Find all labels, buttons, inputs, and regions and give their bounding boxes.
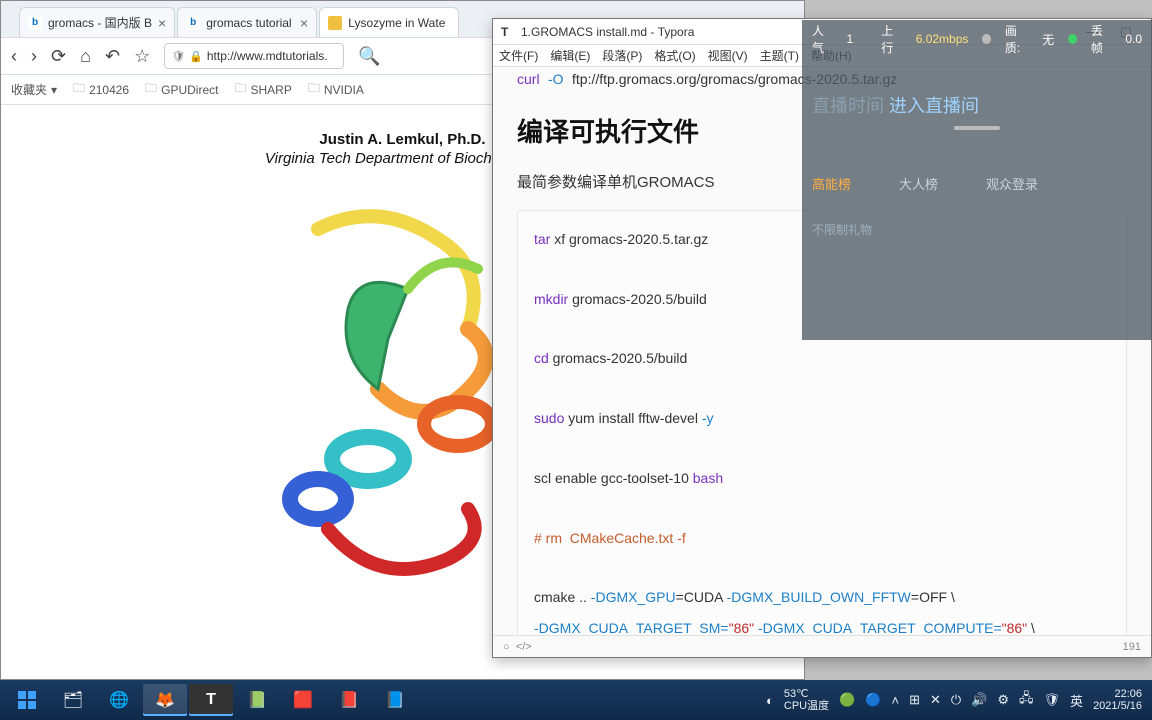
close-icon[interactable]: × <box>158 15 166 31</box>
app-icon[interactable]: 📘 <box>373 684 417 716</box>
menu-theme[interactable]: 主题(T) <box>760 47 799 64</box>
edge-icon[interactable]: 🌐 <box>97 684 141 716</box>
lock-icon: 🔒 <box>189 50 203 63</box>
upload-value: 6.02mbps <box>916 32 969 46</box>
app-icon[interactable]: 🟥 <box>281 684 325 716</box>
quality-dot-icon <box>982 34 991 44</box>
acrobat-icon[interactable]: 📕 <box>327 684 371 716</box>
search-icon[interactable]: 🔍 <box>358 46 380 67</box>
menu-paragraph[interactable]: 段落(P) <box>602 47 642 64</box>
volume-icon[interactable]: 🔊 <box>971 692 987 708</box>
bookmark-item[interactable]: 🗀GPUDirect <box>145 79 218 100</box>
enter-room-link[interactable]: 直播时间 进入直播间 <box>812 92 1142 118</box>
folder-icon: 🗀 <box>308 79 320 100</box>
cpu-temp[interactable]: 53℃ CPU温度 <box>784 688 829 712</box>
home-button[interactable]: ⌂ <box>80 46 91 67</box>
bookmarks-root[interactable]: 收藏夹 ▾ <box>11 81 57 98</box>
reload-button[interactable]: ⟳ <box>51 46 66 67</box>
explorer-icon[interactable]: 🗂 <box>51 684 95 716</box>
overlay-hint: 不限制礼物 <box>812 221 1142 238</box>
bookmark-item[interactable]: 🗀NVIDIA <box>308 79 364 100</box>
browser-tab-1[interactable]: b gromacs tutorial × <box>177 7 317 37</box>
bing-icon: b <box>186 16 200 30</box>
source-toggle-icon[interactable]: </> <box>516 641 532 653</box>
document-title: 1.GROMACS install.md <box>521 25 647 39</box>
undo-button[interactable]: ↶ <box>105 46 120 67</box>
page-icon <box>328 16 342 30</box>
bing-icon: b <box>28 16 42 30</box>
tray-icon[interactable]: 🛡 <box>1044 692 1061 708</box>
tray-icon[interactable]: 🔵 <box>865 692 881 708</box>
typora-task-icon[interactable]: T <box>189 684 233 716</box>
forward-button[interactable]: › <box>31 46 37 67</box>
tray-icon[interactable]: ✕ <box>930 692 941 708</box>
drop-value: 0.0 <box>1125 32 1142 46</box>
overlay-tab-0[interactable]: 高能榜 <box>812 174 851 193</box>
tray-icon[interactable]: ⚙ <box>997 692 1009 708</box>
url-text: http://www.mdtutorials. <box>207 49 328 63</box>
word-count[interactable]: 191 <box>1123 641 1141 653</box>
system-tray: ◐ 53℃ CPU温度 🟢 🔵 ˄ ⊞ ✕ ⏻ 🔊 ⚙ 🖧 🛡 英 22:06 … <box>766 688 1148 712</box>
url-input[interactable]: 🛡 🔒 http://www.mdtutorials. <box>164 43 344 69</box>
favorite-button[interactable]: ☆ <box>134 46 150 67</box>
folder-icon: 🗀 <box>73 79 85 100</box>
drop-dot-icon <box>1068 34 1077 44</box>
ime-indicator[interactable]: 英 <box>1070 691 1083 710</box>
bookmark-item[interactable]: 🗀SHARP <box>234 79 291 100</box>
tray-icon[interactable]: 🟢 <box>839 692 855 708</box>
shield-icon: 🛡 <box>171 50 185 63</box>
tab-label: gromacs - 国内版 B <box>48 14 152 31</box>
drag-handle-icon[interactable] <box>954 126 1000 130</box>
app-icon[interactable]: 📗 <box>235 684 279 716</box>
menu-edit[interactable]: 编辑(E) <box>550 47 590 64</box>
tray-icon[interactable]: 🖧 <box>1019 689 1034 711</box>
close-icon[interactable]: × <box>300 15 308 31</box>
tray-icon[interactable]: ◐ <box>766 693 774 708</box>
title-sep: - <box>647 25 658 39</box>
quality-label: 画质: <box>1005 22 1028 56</box>
tray-up-icon[interactable]: ˄ <box>891 693 899 708</box>
folder-icon: 🗀 <box>234 79 246 100</box>
overlay-tab-2[interactable]: 观众登录 <box>986 174 1038 193</box>
back-button[interactable]: ‹ <box>11 46 17 67</box>
menu-view[interactable]: 视图(V) <box>708 47 748 64</box>
clock[interactable]: 22:06 2021/5/16 <box>1093 688 1142 712</box>
tray-icon[interactable]: ⊞ <box>909 692 920 708</box>
tray-icon[interactable]: ⏻ <box>951 692 961 708</box>
outline-toggle-icon[interactable]: ○ <box>503 641 510 653</box>
firefox-icon[interactable]: 🦊 <box>143 684 187 716</box>
overlay-tabs: 高能榜 大人榜 观众登录 <box>812 174 1142 193</box>
start-button[interactable] <box>5 684 49 716</box>
typora-icon: T <box>501 25 515 39</box>
popularity-label: 人气 <box>812 22 833 56</box>
overlay-tab-1[interactable]: 大人榜 <box>899 174 938 193</box>
tab-label: Lysozyme in Wate <box>348 16 450 30</box>
browser-tab-0[interactable]: b gromacs - 国内版 B × <box>19 7 175 37</box>
folder-icon: 🗀 <box>145 79 157 100</box>
upload-label: 上行 <box>881 22 902 56</box>
quality-value: 无 <box>1042 31 1054 48</box>
bookmark-item[interactable]: 🗀210426 <box>73 79 129 100</box>
typora-statusbar: ○ </> 191 <box>493 635 1151 657</box>
popularity-value: 1 <box>847 32 854 46</box>
tab-label: gromacs tutorial <box>206 16 294 30</box>
overlay-stats: 人气 1 上行 6.02mbps 画质: 无 丢帧 0.0 <box>812 26 1142 52</box>
stream-overlay: 人气 1 上行 6.02mbps 画质: 无 丢帧 0.0 直播时间 进入直播间… <box>802 20 1152 340</box>
menu-file[interactable]: 文件(F) <box>499 47 538 64</box>
browser-tab-2[interactable]: Lysozyme in Wate <box>319 7 459 37</box>
taskbar: 🗂 🌐 🦊 T 📗 🟥 📕 📘 ◐ 53℃ CPU温度 🟢 🔵 ˄ ⊞ ✕ ⏻ … <box>0 680 1152 720</box>
app-name: Typora <box>658 25 695 39</box>
drop-label: 丢帧 <box>1091 22 1112 56</box>
menu-format[interactable]: 格式(O) <box>654 47 695 64</box>
